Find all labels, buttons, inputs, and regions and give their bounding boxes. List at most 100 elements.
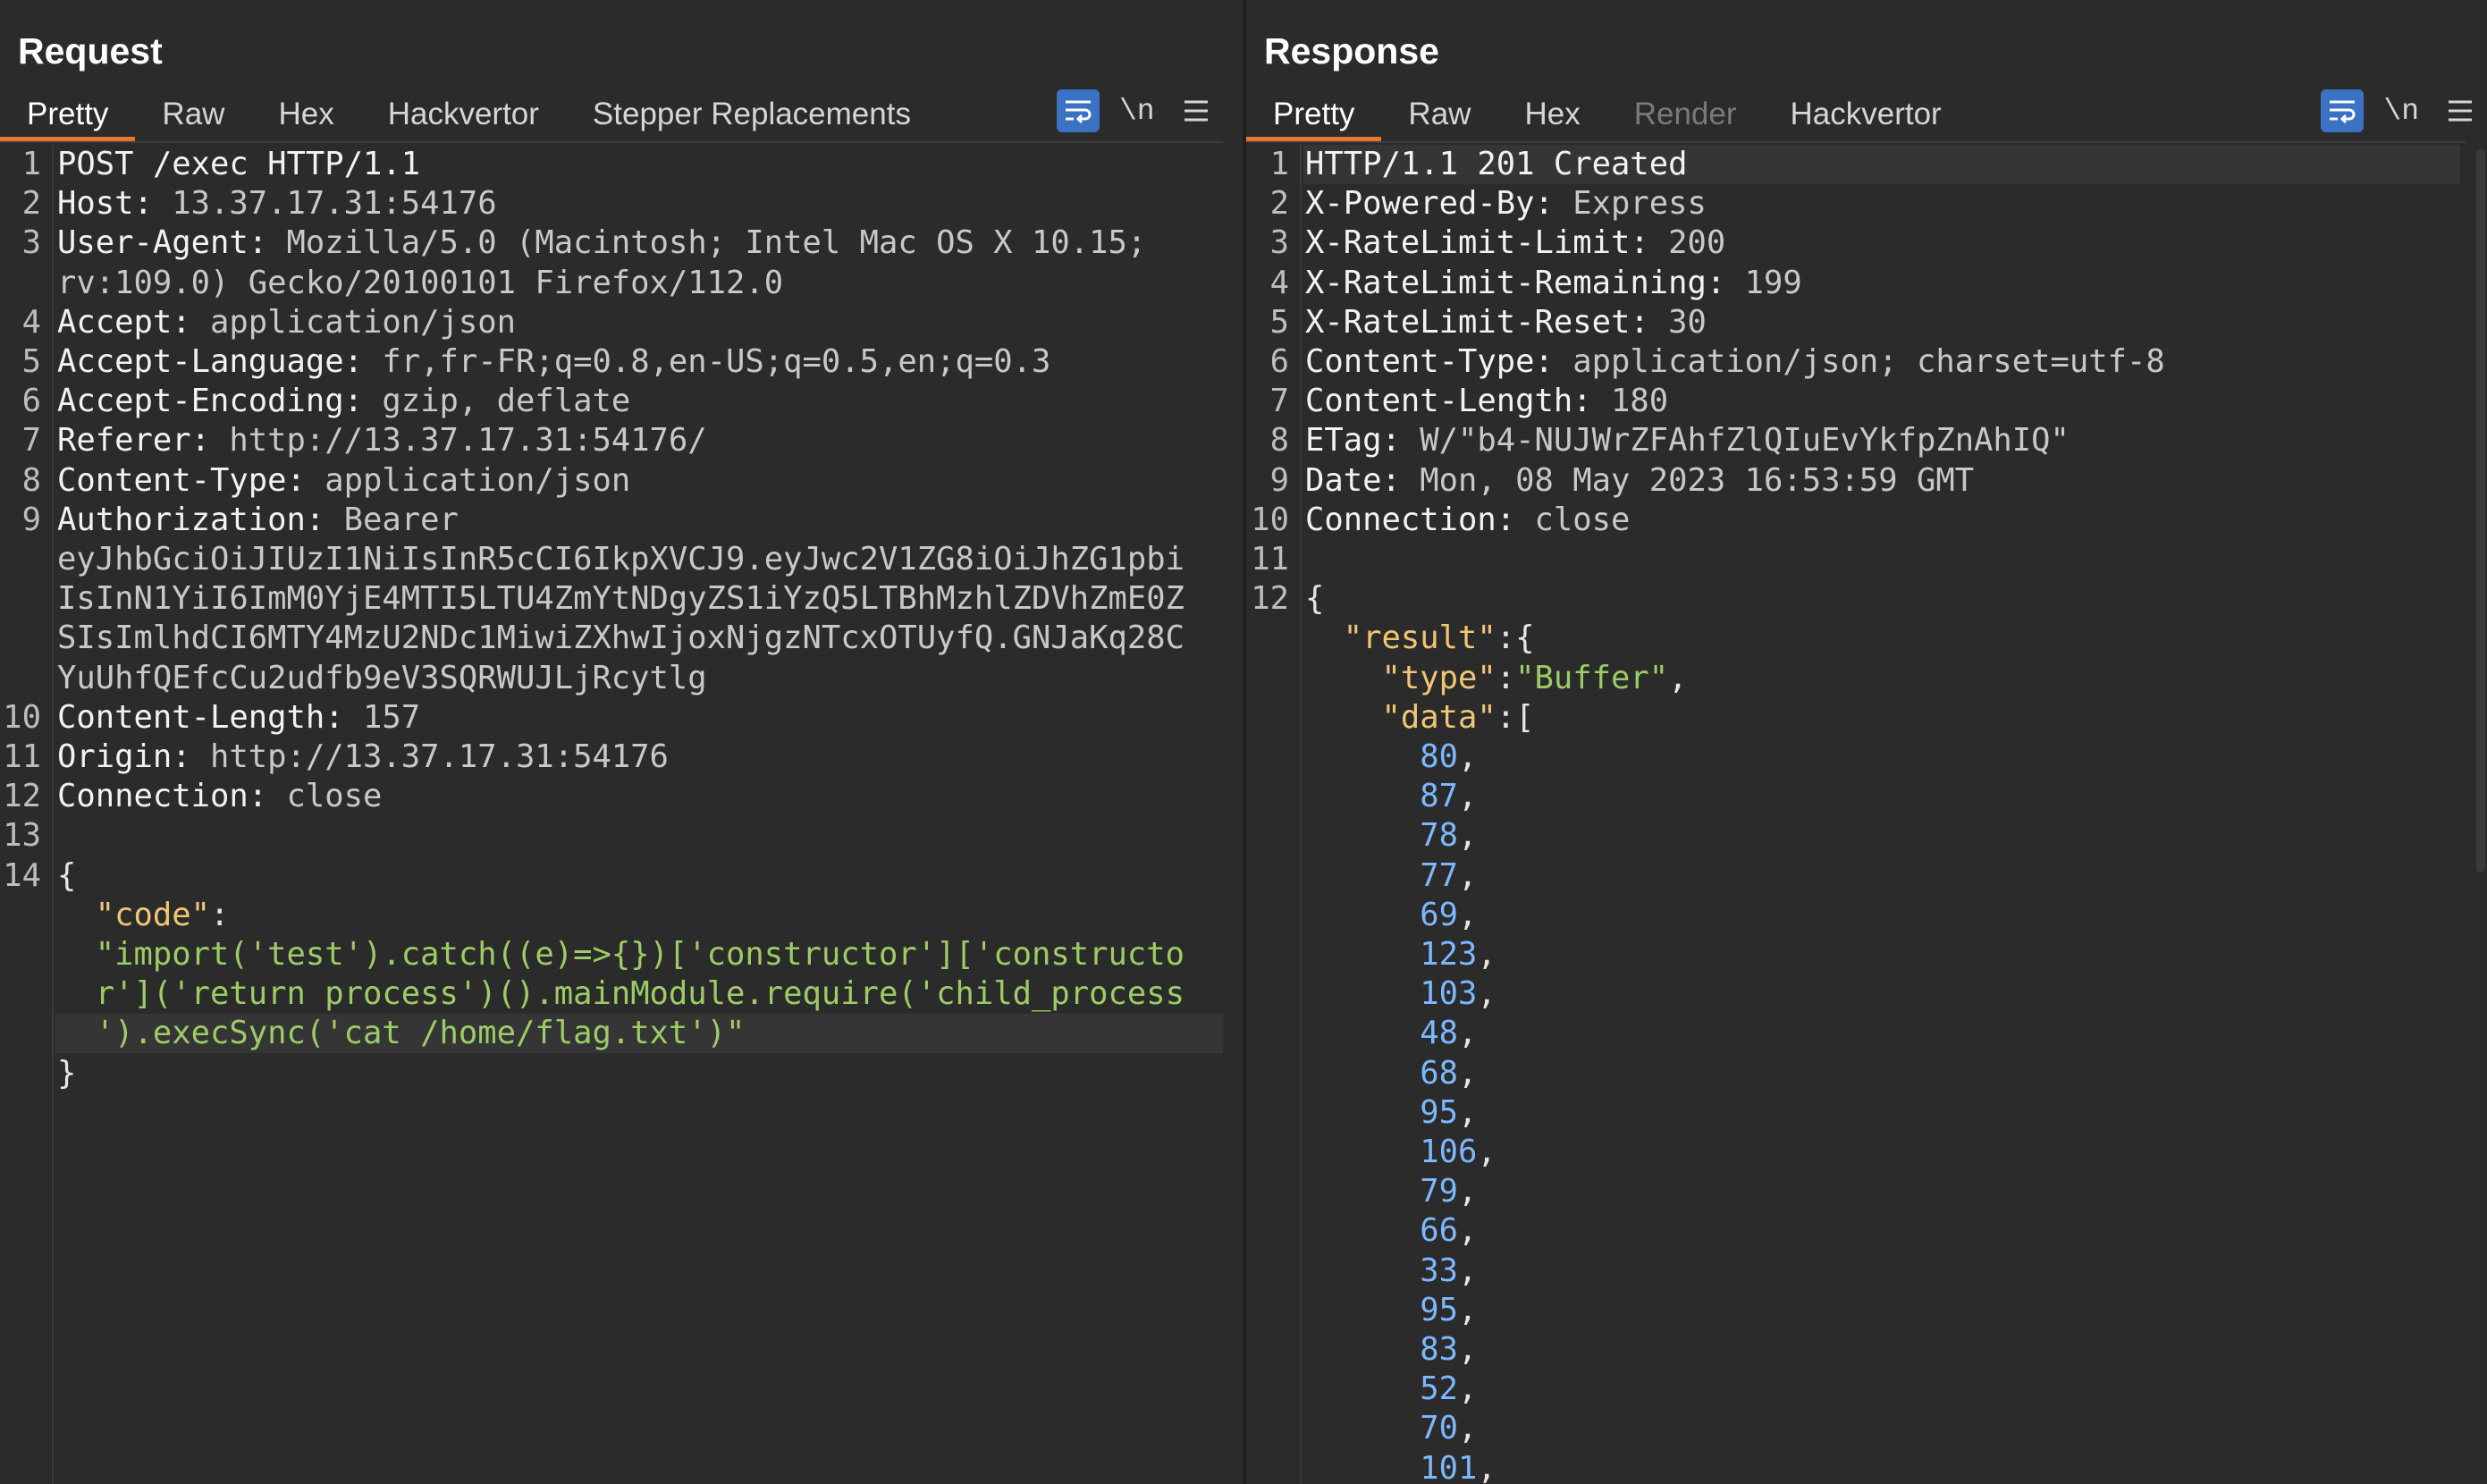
code-line: HTTP/1.1 201 Created — [1305, 145, 1687, 184]
code-line: Referer: http://13.37.17.31:54176/ — [57, 421, 707, 460]
code-token: Referer: — [57, 422, 230, 460]
line-number: 11 — [3, 738, 41, 775]
code-token: gzip, deflate — [382, 383, 631, 420]
code-token: Date: — [1305, 461, 1421, 499]
line-number — [0, 1054, 52, 1093]
request-editor[interactable]: 1 2 3 4 5 6 7 8 9 10 11 12 13 14 POST /exec HTTP/1.1 H… — [0, 145, 1244, 1484]
code-token: close — [286, 778, 383, 815]
vertical-scrollbar[interactable] — [2476, 148, 2485, 873]
code-token: Origin: — [57, 738, 210, 775]
code-token: 200 — [1668, 224, 1726, 262]
code-token: 33 — [1420, 1252, 1458, 1289]
code-token: SIsImlhdCI6MTY4MzU2NDc1MiwiZXhwIjoxNjgzN… — [57, 620, 1184, 657]
code-line: 48, — [1305, 1014, 1477, 1053]
line-number — [1246, 738, 1300, 777]
code-line: rv:109.0) Gecko/20100101 Firefox/112.0 — [57, 264, 783, 303]
code-token: Accept-Language: — [57, 343, 383, 380]
response-editor[interactable]: 1 2 3 4 5 6 7 8 9 10 11 12 HTTP/1.1 201 Created X-Po… — [1246, 145, 2487, 1484]
code-token: Mozilla/5.0 (Macintosh; Intel Mac OS X 1… — [286, 224, 1147, 262]
code-line: X-RateLimit-Remaining: 199 — [1305, 264, 1802, 303]
show-newlines-toggle[interactable]: \n — [2383, 95, 2419, 128]
line-number — [1246, 1370, 1300, 1409]
line-number — [1246, 816, 1300, 856]
code-token: , — [1458, 1370, 1478, 1408]
code-token: { — [1305, 580, 1325, 618]
code-line: 87, — [1305, 777, 1477, 816]
code-line: X-RateLimit-Limit: 200 — [1305, 223, 1725, 263]
code-token: , — [1458, 1410, 1478, 1447]
line-number: 7 — [21, 422, 41, 460]
line-number: 3 — [1269, 224, 1289, 262]
code-token: , — [1477, 936, 1496, 973]
line-number: 6 — [1269, 343, 1289, 380]
tab-hackvertor[interactable]: Hackvertor — [361, 89, 566, 141]
code-line: X-RateLimit-Reset: 30 — [1305, 303, 1707, 342]
code-token: User-Agent: — [57, 224, 287, 262]
code-token: Express — [1572, 185, 1707, 223]
line-number — [1246, 1330, 1300, 1370]
code-line: 68, — [1305, 1054, 1477, 1093]
line-number — [1246, 1291, 1300, 1330]
code-line: 52, — [1305, 1370, 1477, 1409]
code-token: , — [1458, 1252, 1478, 1289]
show-newlines-toggle[interactable]: \n — [1119, 95, 1155, 128]
menu-icon[interactable] — [2439, 89, 2482, 132]
code-token: , — [1477, 1134, 1496, 1170]
line-number — [1246, 1409, 1300, 1448]
line-number — [1246, 856, 1300, 896]
line-number — [0, 974, 52, 1014]
line-number — [1246, 1172, 1300, 1211]
request-tabs: Pretty Raw Hex Hackvertor Stepper Replacemen… — [0, 89, 938, 143]
code-token: X-RateLimit-Remaining: — [1305, 264, 1745, 301]
code-token: Accept-Encoding: — [57, 383, 383, 420]
code-token: Connection: — [57, 778, 287, 815]
tab-render[interactable]: Render — [1607, 89, 1764, 141]
code-token: 70 — [1420, 1410, 1458, 1447]
code-token: ETag: — [1305, 422, 1421, 460]
code-line: 95, — [1305, 1093, 1477, 1133]
code-token: Content-Type: — [57, 461, 325, 499]
code-token: rv:109.0) Gecko/20100101 Firefox/112.0 — [57, 264, 784, 301]
code-token: 87 — [1420, 778, 1458, 815]
code-token: 52 — [1420, 1370, 1458, 1408]
code-token: HTTP/1.1 201 Created — [1305, 146, 1688, 182]
code-token: application/json — [209, 303, 516, 341]
tab-raw[interactable]: Raw — [1381, 89, 1497, 141]
line-number — [1246, 974, 1300, 1014]
tab-hackvertor[interactable]: Hackvertor — [1764, 89, 1969, 141]
code-token: Accept: — [57, 303, 210, 341]
code-line: X-Powered-By: Express — [1305, 184, 1707, 223]
menu-icon[interactable] — [1175, 89, 1218, 132]
code-token: YuUhfQEfcCu2udfb9eV3SQRWUJLjRcytlg — [57, 659, 707, 696]
code-line: ETag: W/"b4-NUJWrZFAhfZlQIuEvYkfpZnAhIQ" — [1305, 421, 2070, 460]
line-number — [1246, 1093, 1300, 1133]
code-token: , — [1458, 856, 1478, 894]
response-code-area[interactable]: HTTP/1.1 201 Created X-Powered-By: Expres… — [1303, 145, 2460, 1484]
tab-raw[interactable]: Raw — [135, 89, 251, 141]
tab-hex[interactable]: Hex — [251, 89, 360, 141]
line-number — [1246, 619, 1300, 658]
tab-hex[interactable]: Hex — [1497, 89, 1606, 141]
code-token: POST /exec HTTP/1.1 — [57, 146, 421, 182]
line-number: 8 — [21, 461, 41, 499]
wrap-lines-icon[interactable] — [1057, 89, 1100, 132]
request-code-area[interactable]: POST /exec HTTP/1.1 Host: 13.37.17.31:541… — [55, 145, 1223, 1484]
code-line: Connection: close — [57, 777, 382, 816]
code-token: 77 — [1420, 856, 1458, 894]
tab-stepper-replacements[interactable]: Stepper Replacements — [566, 89, 938, 141]
code-token: X-RateLimit-Limit: — [1305, 224, 1669, 262]
code-token: application/json — [325, 461, 631, 499]
code-token: X-RateLimit-Reset: — [1305, 303, 1669, 341]
code-token: Connection: — [1305, 501, 1535, 538]
line-number — [1246, 1449, 1300, 1484]
tab-pretty[interactable]: Pretty — [1246, 89, 1382, 141]
wrap-lines-icon[interactable] — [2321, 89, 2365, 132]
tab-pretty[interactable]: Pretty — [0, 89, 136, 141]
